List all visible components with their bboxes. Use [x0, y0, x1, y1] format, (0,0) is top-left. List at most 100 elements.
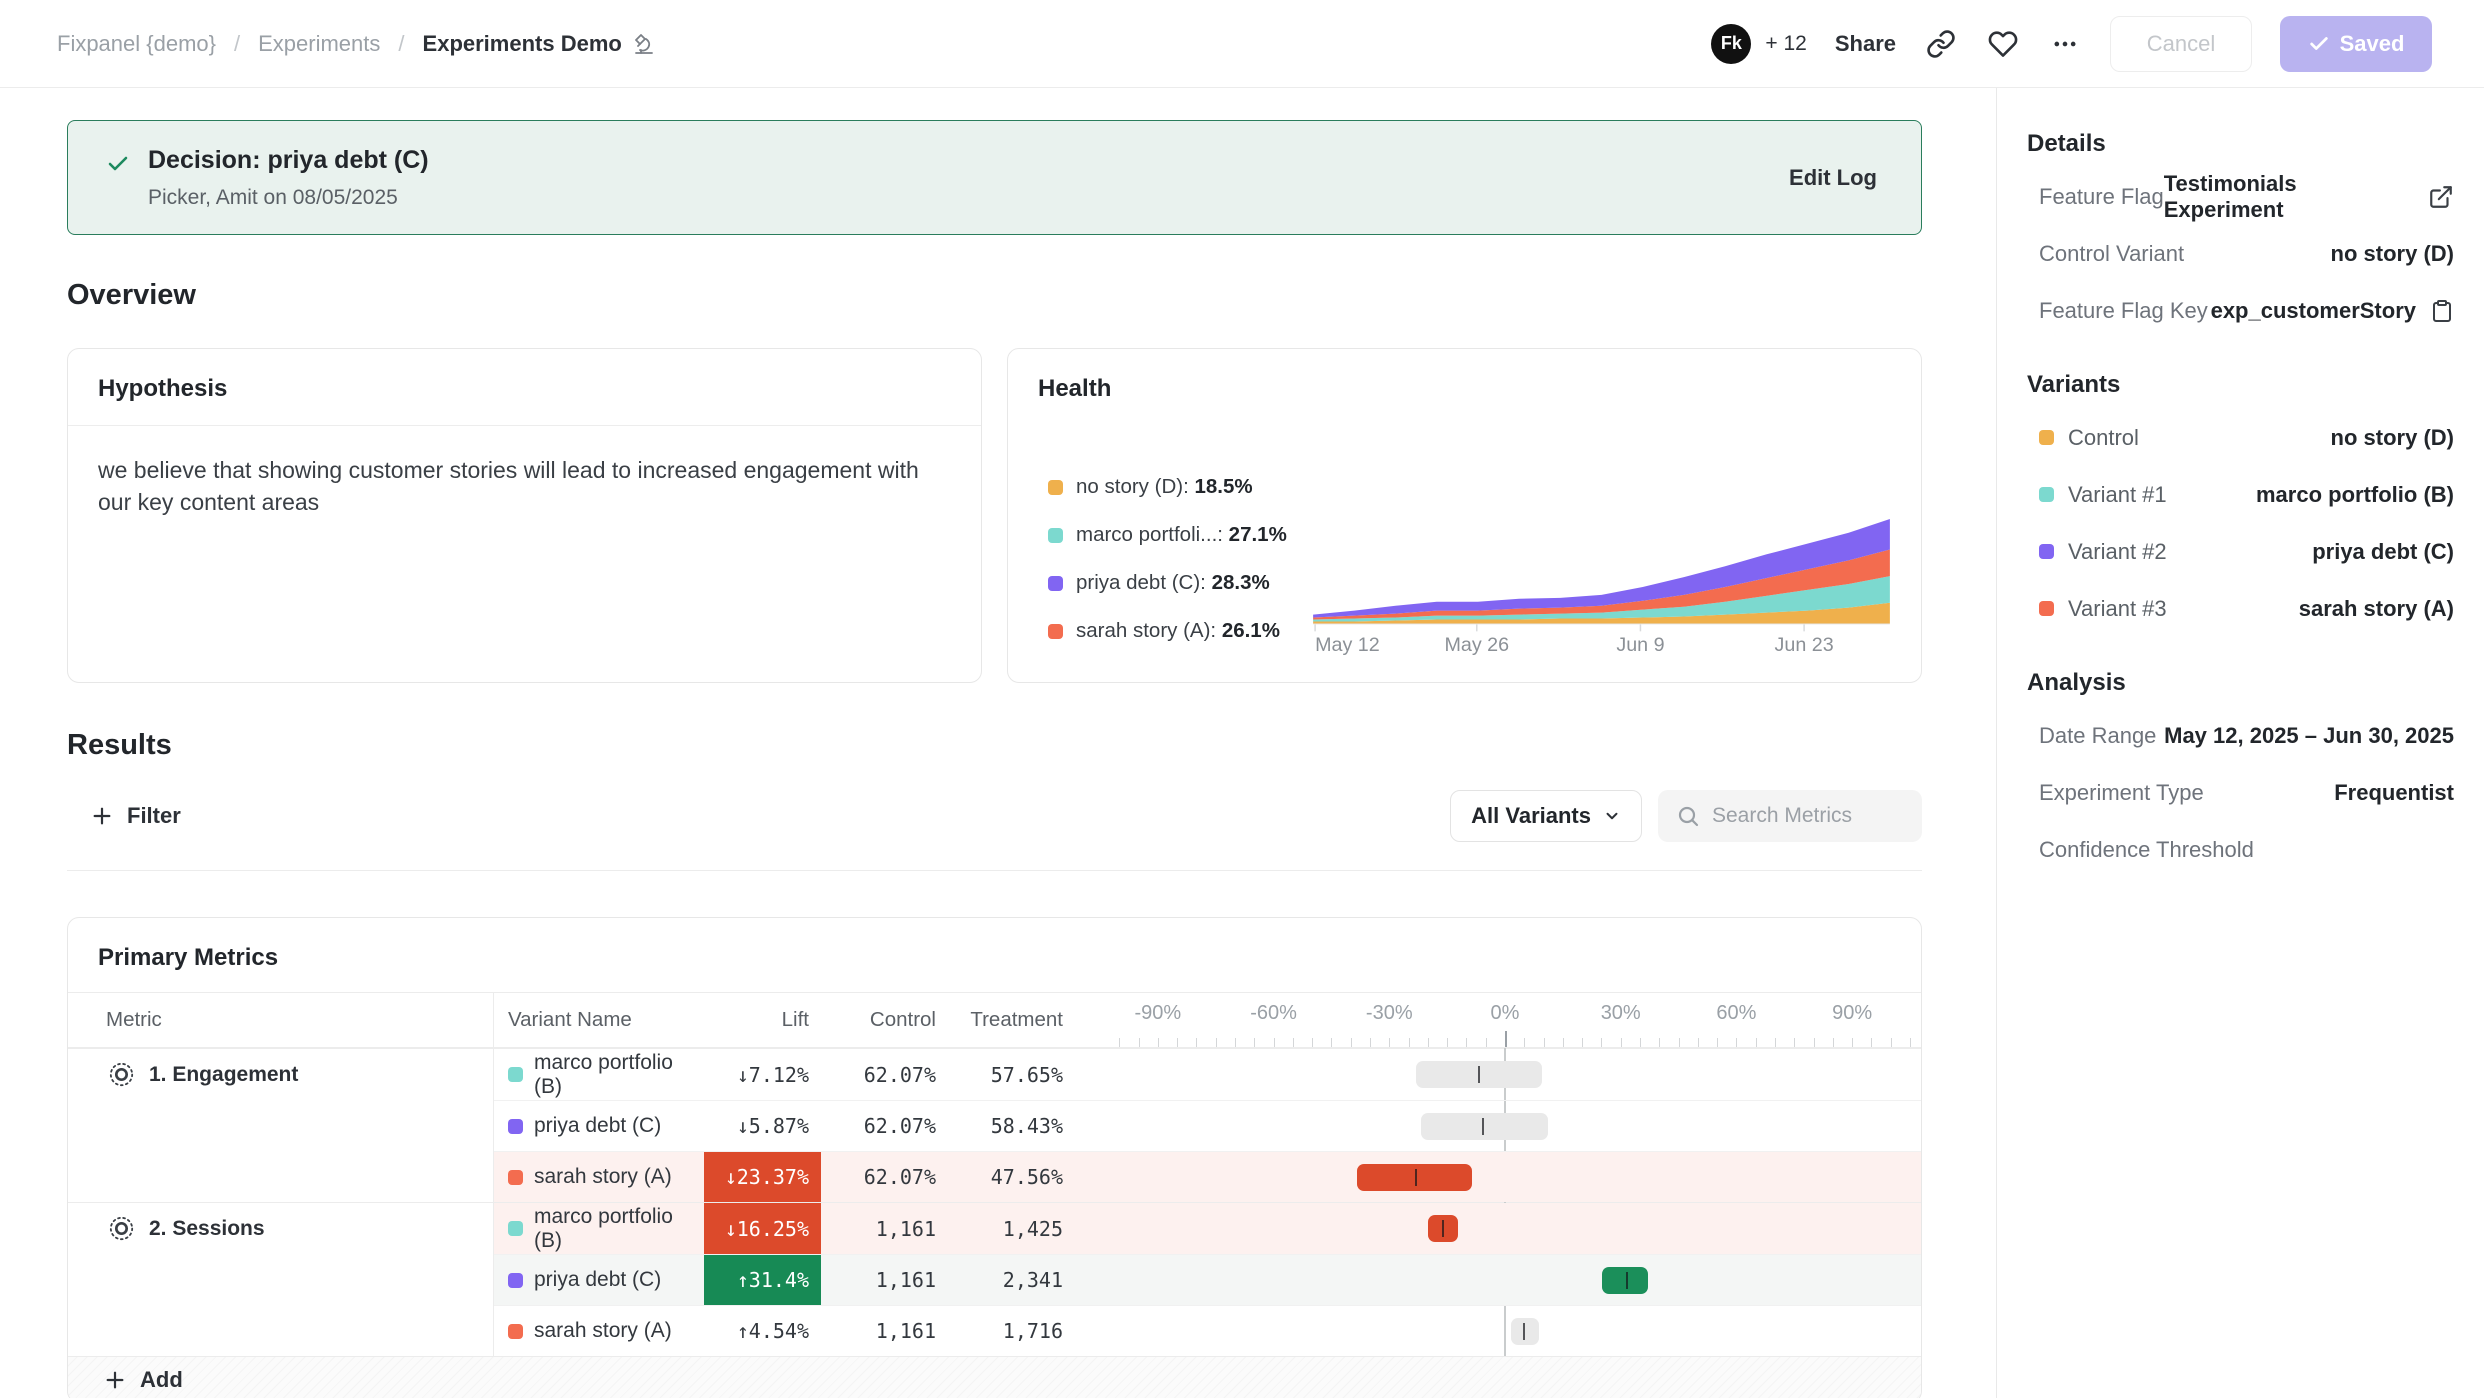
- edit-log-button[interactable]: Edit Log: [1789, 165, 1877, 191]
- ruler-tick: [1891, 1038, 1892, 1047]
- decision-title: Decision: priya debt (C): [148, 146, 1789, 175]
- sidebar-section-title: Details: [2027, 130, 2454, 158]
- ruler-tick: [1852, 1038, 1853, 1047]
- variant-swatch: [508, 1324, 523, 1339]
- sidebar-label: Experiment Type: [2039, 780, 2204, 806]
- ruler-tick: [1158, 1038, 1159, 1047]
- metric-name[interactable]: 2. Sessions: [68, 1203, 493, 1254]
- ruler-tick: [1717, 1038, 1718, 1047]
- variant-result-row[interactable]: marco portfolio (B)↓7.12%62.07%57.65%: [494, 1049, 1921, 1100]
- metrics-table-header: Metric Variant Name Lift Control Treatme…: [68, 992, 1921, 1048]
- saved-button-label: Saved: [2340, 31, 2405, 57]
- results-heading: Results: [67, 729, 1922, 762]
- treatment-value: 47.56%: [948, 1152, 1075, 1202]
- clipboard-icon[interactable]: [2430, 299, 2454, 323]
- legend-swatch: [1048, 480, 1063, 495]
- variant-name: sarah story (A): [534, 1319, 672, 1343]
- health-legend-item: sarah story (A): 26.1%: [1048, 607, 1309, 655]
- top-actions: Fk + 12 Share Cancel Saved: [1711, 16, 2432, 72]
- metric-name[interactable]: 1. Engagement: [68, 1049, 493, 1100]
- confidence-interval-cell: [1075, 1152, 1921, 1202]
- lift-point-tick: [1626, 1272, 1628, 1289]
- add-filter-button[interactable]: Filter: [67, 803, 181, 829]
- details-section: Details Feature FlagTestimonials Experime…: [2027, 130, 2454, 339]
- metric-group: 2. Sessionsmarco portfolio (B)↓16.25%1,1…: [68, 1202, 1921, 1356]
- treatment-value: 58.43%: [948, 1101, 1075, 1151]
- variants-dropdown[interactable]: All Variants: [1450, 790, 1642, 842]
- variant-result-row[interactable]: priya debt (C)↓5.87%62.07%58.43%: [494, 1100, 1921, 1151]
- treatment-value: 2,341: [948, 1255, 1075, 1305]
- legend-label: no story (D): 18.5%: [1076, 475, 1253, 499]
- lift-value: ↓5.87%: [737, 1114, 821, 1138]
- sidebar-label: Variant #3: [2068, 596, 2167, 622]
- saved-button[interactable]: Saved: [2280, 16, 2432, 72]
- avatar[interactable]: Fk: [1711, 24, 1751, 64]
- ruler-tick: [1139, 1038, 1140, 1047]
- ruler-tick: [1544, 1038, 1545, 1047]
- control-value: 62.07%: [821, 1152, 948, 1202]
- variant-swatch: [508, 1170, 523, 1185]
- variant-name: sarah story (A): [534, 1165, 672, 1189]
- svg-text:May 12: May 12: [1315, 634, 1380, 655]
- ruler-tick: [1409, 1038, 1410, 1047]
- add-metric-label: Add: [140, 1367, 183, 1393]
- variants-dropdown-value: All Variants: [1471, 803, 1591, 829]
- add-metric-button[interactable]: Add: [68, 1356, 1921, 1398]
- variant-result-row[interactable]: sarah story (A) ↓23.37%62.07%47.56%: [494, 1151, 1921, 1202]
- external-link-icon[interactable]: [2428, 184, 2454, 210]
- sidebar-row: Variant #3sarah story (A): [2027, 580, 2454, 637]
- breadcrumb: Fixpanel {demo}/Experiments/Experiments …: [57, 31, 656, 57]
- lift-axis-tick-label: 60%: [1716, 1002, 1756, 1025]
- check-icon: [2308, 33, 2330, 55]
- sidebar-row: Controlno story (D): [2027, 409, 2454, 466]
- hypothesis-card: Hypothesis we believe that showing custo…: [67, 348, 982, 683]
- ruler-tick: [1235, 1038, 1236, 1047]
- legend-label: sarah story (A): 26.1%: [1076, 619, 1280, 643]
- favorite-heart-icon[interactable]: [1986, 27, 2020, 61]
- confidence-interval-bar: [1511, 1318, 1539, 1345]
- lift-point-tick: [1482, 1118, 1484, 1135]
- sidebar-value: no story (D): [2331, 241, 2454, 267]
- ruler-tick: [1331, 1038, 1332, 1047]
- cancel-button[interactable]: Cancel: [2110, 16, 2252, 72]
- metric-group: 1. Engagementmarco portfolio (B)↓7.12%62…: [68, 1048, 1921, 1202]
- breadcrumb-item[interactable]: Experiments: [258, 31, 380, 57]
- variant-swatch: [508, 1067, 523, 1082]
- treatment-value: 1,716: [948, 1306, 1075, 1356]
- metric-target-icon: [108, 1061, 135, 1088]
- control-value: 1,161: [821, 1255, 948, 1305]
- app-root: Fixpanel {demo}/Experiments/Experiments …: [0, 0, 2484, 1398]
- ruler-tick: [1351, 1038, 1352, 1047]
- ruler-tick: [1736, 1038, 1737, 1047]
- search-metrics-box[interactable]: [1658, 790, 1922, 842]
- collaborators-count[interactable]: + 12: [1765, 32, 1806, 56]
- more-options-icon[interactable]: [2048, 27, 2082, 61]
- sidebar-label: Feature Flag: [2039, 184, 2164, 210]
- search-metrics-input[interactable]: [1712, 804, 1892, 828]
- lift-chip: ↓23.37%: [704, 1152, 821, 1202]
- breadcrumb-item[interactable]: Experiments Demo: [423, 31, 656, 57]
- variant-result-row[interactable]: priya debt (C)↑31.4%1,1612,341: [494, 1254, 1921, 1305]
- share-button[interactable]: Share: [1835, 31, 1896, 57]
- variant-result-row[interactable]: marco portfolio (B)↓16.25%1,1611,425: [494, 1203, 1921, 1254]
- health-stacked-area-chart: May 12May 26Jun 9Jun 23: [1309, 439, 1894, 655]
- lift-axis-tick-label: 0%: [1491, 1002, 1520, 1025]
- ruler-tick: [1293, 1038, 1294, 1047]
- variant-swatch: [2039, 487, 2054, 502]
- lift-axis-tick-label: 30%: [1601, 1002, 1641, 1025]
- variant-result-row[interactable]: sarah story (A)↑4.54%1,1611,716: [494, 1305, 1921, 1356]
- ruler-tick: [1794, 1038, 1795, 1047]
- ruler-tick: [1389, 1038, 1390, 1047]
- sidebar-label: Control: [2068, 425, 2139, 451]
- variants-section: VariantsControlno story (D)Variant #1mar…: [2027, 371, 2454, 637]
- control-value: 1,161: [821, 1306, 948, 1356]
- lift-point-tick: [1415, 1169, 1417, 1186]
- confidence-interval-cell: [1075, 1101, 1921, 1151]
- copy-link-icon[interactable]: [1924, 27, 1958, 61]
- variant-name: priya debt (C): [534, 1268, 661, 1292]
- plus-icon: [104, 1369, 126, 1391]
- sidebar-row: Feature FlagTestimonials Experiment: [2027, 168, 2454, 225]
- breadcrumb-item[interactable]: Fixpanel {demo}: [57, 31, 216, 57]
- breadcrumb-separator: /: [234, 31, 240, 57]
- decision-banner: Decision: priya debt (C) Picker, Amit on…: [67, 120, 1922, 235]
